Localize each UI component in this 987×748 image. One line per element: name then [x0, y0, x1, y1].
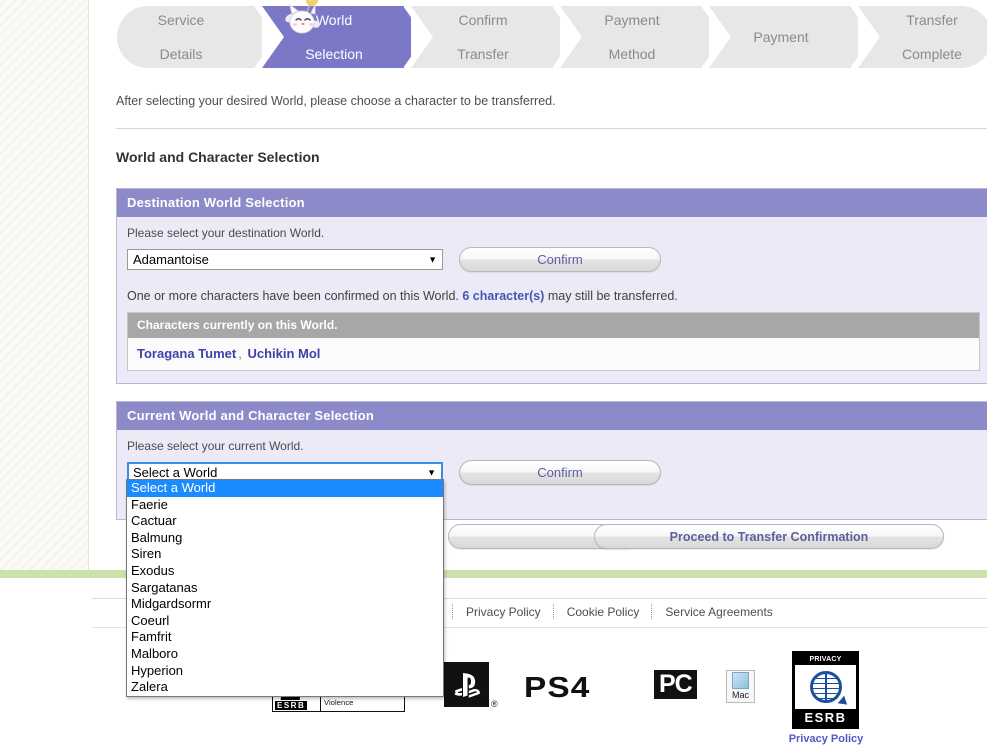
footer-link-service-agreements[interactable]: Service Agreements — [653, 605, 784, 619]
step-label-line1: World — [315, 11, 353, 28]
step-label-line2: Selection — [305, 45, 363, 62]
destination-world-select[interactable]: Adamantoise ▼ — [127, 249, 443, 270]
character-link[interactable]: Uchikin Mol — [247, 346, 320, 361]
step-label-line1: Service — [157, 11, 205, 28]
characters-box-header: Characters currently on this World. — [128, 313, 979, 338]
step-label-line2: Transfer — [457, 45, 509, 62]
playstation-logo-icon — [444, 662, 489, 707]
destination-select-row: Adamantoise ▼ Confirm — [127, 247, 987, 272]
ps4-logo-icon: PS4 — [524, 672, 591, 704]
destination-world-panel: Destination World Selection Please selec… — [116, 188, 987, 384]
chevron-down-icon: ▼ — [428, 254, 437, 264]
dropdown-option[interactable]: Exodus — [127, 563, 443, 580]
current-confirm-label: Confirm — [537, 465, 583, 480]
step-label-line1: Transfer — [906, 11, 958, 28]
ribbon-icon — [837, 695, 851, 709]
step-label-line2: Details — [159, 45, 203, 62]
page-title: World and Character Selection — [116, 149, 320, 165]
step-payment-method[interactable]: Payment Method — [560, 6, 723, 68]
current-world-dropdown-list[interactable]: Select a World Faerie Cactuar Balmung Si… — [126, 479, 444, 697]
character-separator: , — [238, 346, 242, 361]
current-world-select-value: Select a World — [133, 465, 218, 480]
current-select-label: Please select your current World. — [127, 439, 304, 453]
playstation-registered-mark: ® — [491, 699, 498, 709]
esrb-wordmark: ESRB — [275, 701, 308, 710]
current-confirm-button[interactable]: Confirm — [459, 460, 661, 485]
dropdown-option[interactable]: Hyperion — [127, 663, 443, 680]
intro-text: After selecting your desired World, plea… — [116, 94, 556, 108]
mac-logo-icon: Mac — [726, 670, 755, 703]
proceed-button-label: Proceed to Transfer Confirmation — [669, 529, 869, 544]
progress-stepper: Service Details World Selection Confirm … — [117, 0, 987, 70]
esrb-privacy-globe — [795, 665, 856, 709]
step-label-line2: Complete — [902, 45, 962, 62]
dropdown-option[interactable]: Siren — [127, 546, 443, 563]
destination-note-count: 6 character(s) — [462, 289, 545, 303]
destination-panel-body: Please select your destination World. Ad… — [117, 217, 987, 383]
characters-on-world-box: Characters currently on this World. Tora… — [127, 312, 980, 371]
dropdown-option[interactable]: Cactuar — [127, 513, 443, 530]
step-payment[interactable]: Payment — [709, 6, 872, 68]
footer-link-privacy-policy[interactable]: Privacy Policy — [454, 605, 553, 619]
destination-note-prefix: One or more characters have been confirm… — [127, 289, 459, 303]
esrb-descriptor-line2: Violence — [324, 698, 354, 707]
dropdown-option[interactable]: Select a World — [127, 480, 443, 497]
proceed-to-transfer-confirmation-button[interactable]: Proceed to Transfer Confirmation — [594, 524, 944, 549]
dropdown-option[interactable]: Malboro — [127, 646, 443, 663]
pc-logo-icon: PC — [654, 670, 697, 699]
destination-note: One or more characters have been confirm… — [127, 289, 987, 303]
destination-note-suffix: may still be transferred. — [547, 289, 678, 303]
dropdown-option[interactable]: Zalera — [127, 679, 443, 696]
step-world-selection[interactable]: World Selection — [262, 6, 425, 68]
characters-box-body: Toragana Tumet, Uchikin Mol — [128, 338, 979, 370]
step-label-line1: Payment — [753, 28, 809, 45]
esrb-privacy-certified-icon: PRIVACY CERTIFIED ESRB — [792, 651, 859, 729]
page-root: Service Details World Selection Confirm … — [0, 0, 987, 748]
dropdown-option[interactable]: Coeurl — [127, 613, 443, 630]
intro-divider — [116, 128, 987, 129]
footer-links: Privacy Policy Cookie Policy Service Agr… — [452, 604, 785, 619]
dropdown-option[interactable]: Faerie — [127, 497, 443, 514]
destination-panel-header: Destination World Selection — [117, 189, 987, 217]
destination-confirm-label: Confirm — [537, 252, 583, 267]
step-service-details[interactable]: Service Details — [117, 6, 276, 68]
esrb-privacy-top-text: PRIVACY CERTIFIED — [795, 654, 856, 674]
step-label-line1: Confirm — [458, 11, 508, 28]
step-transfer-complete[interactable]: Transfer Complete — [858, 6, 987, 68]
footer-link-cookie-policy[interactable]: Cookie Policy — [555, 605, 652, 619]
destination-world-select-value: Adamantoise — [133, 252, 209, 267]
dropdown-option[interactable]: Sargatanas — [127, 580, 443, 597]
globe-icon — [809, 671, 842, 703]
step-label-line1: Payment — [604, 11, 660, 28]
esrb-privacy-policy-link[interactable]: Privacy Policy — [771, 733, 881, 745]
dropdown-option[interactable]: Famfrit — [127, 629, 443, 646]
chevron-down-icon: ▼ — [427, 467, 436, 477]
destination-confirm-button[interactable]: Confirm — [459, 247, 661, 272]
step-confirm-transfer[interactable]: Confirm Transfer — [411, 6, 574, 68]
esrb-privacy-bottom-text: ESRB — [795, 709, 856, 726]
dropdown-option[interactable]: Midgardsormr — [127, 596, 443, 613]
step-label-line2: Method — [608, 45, 656, 62]
dropdown-option[interactable]: Balmung — [127, 530, 443, 547]
current-panel-header: Current World and Character Selection — [117, 402, 987, 430]
destination-select-label: Please select your destination World. — [127, 226, 325, 240]
mac-label: Mac — [731, 690, 749, 700]
mac-finder-face-icon — [732, 672, 749, 689]
character-link[interactable]: Toragana Tumet — [137, 346, 236, 361]
